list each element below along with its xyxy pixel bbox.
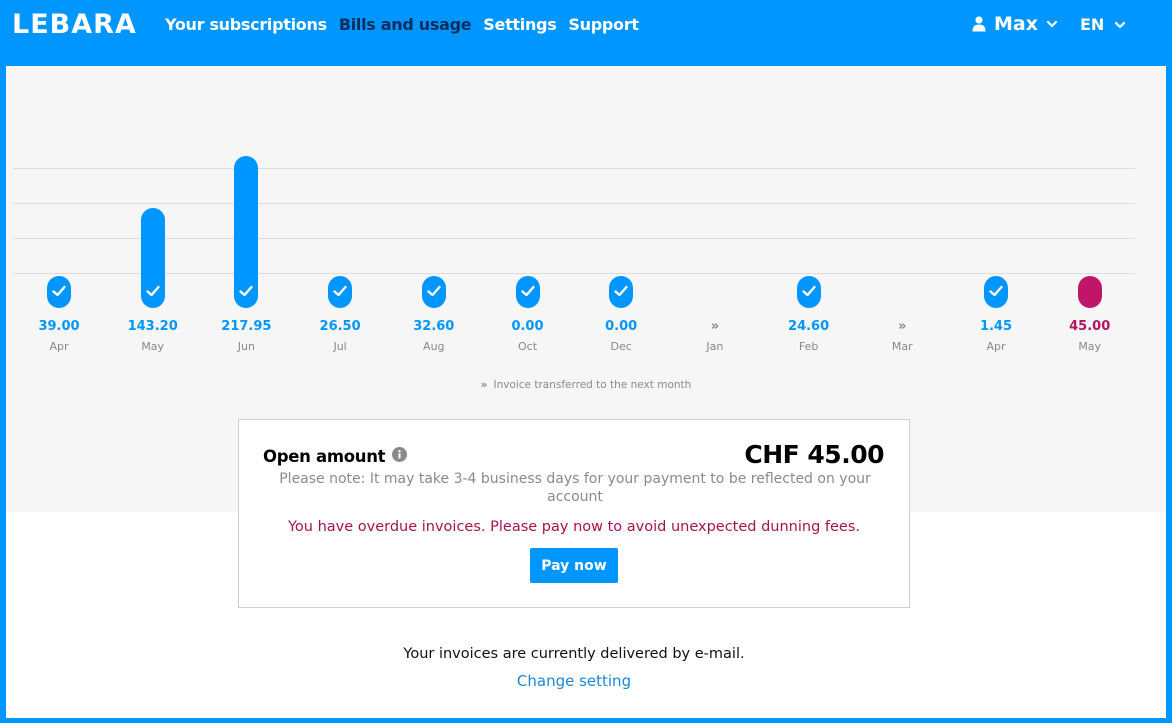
open-amount-value: CHF 45.00 [744,440,884,469]
top-header: LEBARA Your subscriptions Bills and usag… [0,0,1172,66]
main-nav: Your subscriptions Bills and usage Setti… [165,15,639,34]
info-icon[interactable] [392,447,407,462]
check-icon [145,285,160,297]
month-label: Oct [517,340,538,353]
lebara-logo[interactable]: LEBARA [12,9,137,40]
open-amount-title: Open amount [263,447,386,466]
invoice-amount-label: 39.00 [38,319,80,334]
user-icon [972,16,986,32]
check-icon [801,285,816,297]
chart-legend: » Invoice transferred to the next month [6,379,1166,391]
check-icon [520,285,535,297]
month-label: Apr [49,340,69,353]
check-icon [989,285,1003,297]
invoice-amount-label: 32.60 [413,319,455,334]
chevron-down-icon [1115,21,1126,29]
nav-settings[interactable]: Settings [483,15,556,34]
language-menu[interactable]: EN [1080,15,1126,34]
gridline [13,273,1135,274]
month-label: Jan [706,340,724,353]
invoice-amount-label: 24.60 [788,319,830,334]
invoice-amount-label: 0.00 [605,319,638,334]
month-label: Aug [423,340,445,353]
invoice-amount-label: 26.50 [319,319,361,334]
payment-note: Please note: It may take 3-4 business da… [279,471,871,505]
transferred-marker: » [898,319,907,334]
nav-your-subscriptions[interactable]: Your subscriptions [165,15,327,34]
check-icon [427,285,441,297]
nav-support[interactable]: Support [568,15,639,34]
legend-text: Invoice transferred to the next month [493,379,692,391]
delivery-info: Your invoices are currently delivered by… [403,646,745,662]
invoice-bar-open[interactable] [1077,276,1102,308]
check-icon [239,285,254,297]
gridline [13,238,1135,239]
nav-bills-and-usage[interactable]: Bills and usage [339,15,472,34]
check-icon [52,285,66,297]
user-menu[interactable]: Max [972,13,1058,35]
gridline [13,203,1135,204]
main-content: 39.00 Apr 143.20 May 217.95 Jun 26.50 Jul 32.60 A… [6,66,1166,718]
month-label: Jun [237,340,255,353]
open-amount-card: Open amount CHF 45.00 Please note: It ma… [238,419,910,608]
invoice-amount-label: 0.00 [511,319,544,334]
gridline [13,168,1135,169]
change-setting-link[interactable]: Change setting [6,672,1142,690]
month-label: Mar [891,340,913,353]
invoice-amount-label: 143.20 [127,319,178,334]
chevron-down-icon [1046,20,1058,28]
invoice-amount-label: 1.45 [979,319,1013,334]
overdue-warning: You have overdue invoices. Please pay no… [287,519,861,535]
check-icon [614,285,628,297]
month-label: Apr [986,340,1006,353]
pay-now-button[interactable]: Pay now [530,548,618,583]
language-label: EN [1080,15,1105,34]
month-label: Dec [610,340,632,353]
month-label: Jul [333,340,347,353]
user-name: Max [994,13,1038,35]
month-label: Feb [798,340,819,353]
invoice-amount-label: 45.00 [1069,319,1111,334]
check-icon [333,285,347,297]
transferred-marker: » [710,319,720,334]
month-label: May [141,340,165,353]
transferred-glyph: » [480,379,488,391]
month-label: May [1078,340,1102,353]
invoice-amount-label: 217.95 [221,319,272,334]
